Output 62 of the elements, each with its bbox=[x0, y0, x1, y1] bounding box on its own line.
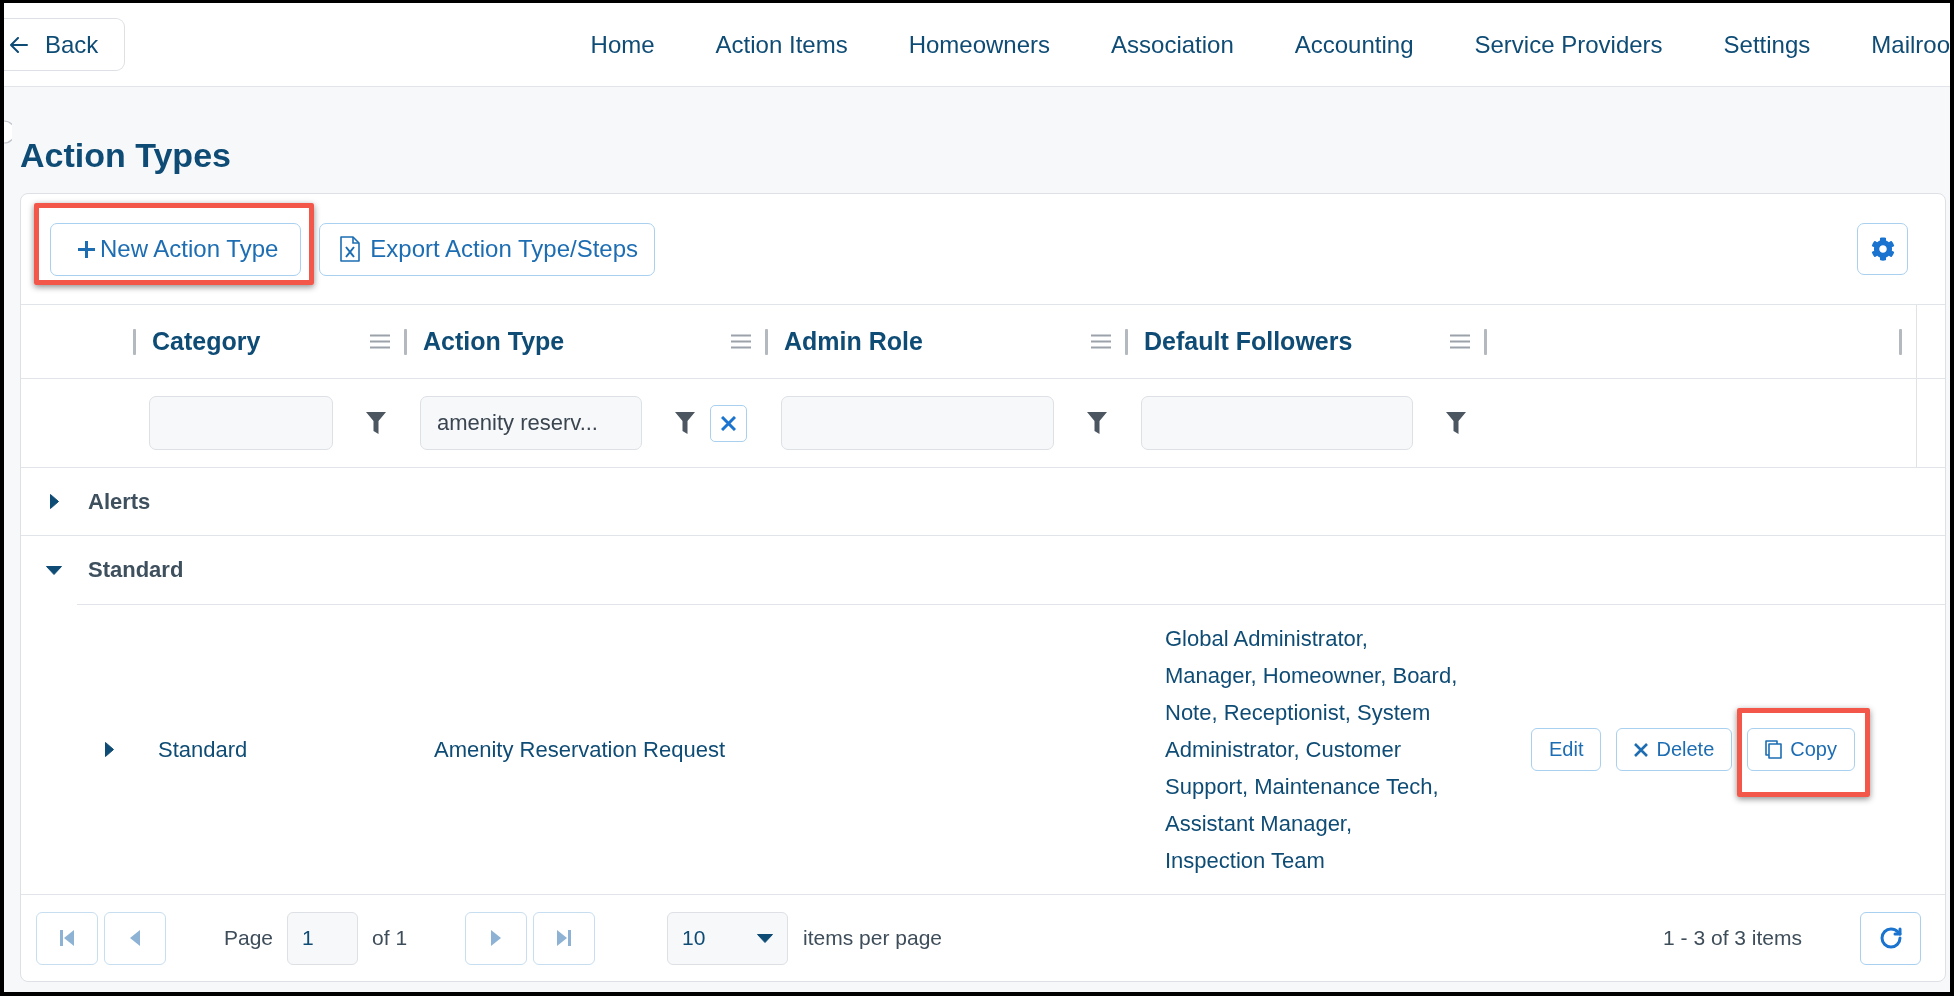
refresh-button[interactable] bbox=[1860, 911, 1921, 965]
toolbar-button[interactable]: Export Action Type/Steps bbox=[319, 222, 656, 276]
filter-input[interactable] bbox=[781, 396, 1054, 450]
copy-icon bbox=[1765, 740, 1783, 759]
close-icon bbox=[721, 415, 736, 431]
filter-input[interactable]: amenity reserv... bbox=[420, 396, 642, 450]
row-action-button[interactable]: Edit bbox=[1531, 728, 1602, 771]
column-header[interactable]: Action Type bbox=[423, 327, 565, 356]
settings-button[interactable] bbox=[1857, 223, 1908, 275]
column-header[interactable]: Category bbox=[152, 327, 261, 356]
group-label: Alerts bbox=[88, 488, 151, 515]
row-action-button[interactable]: Copy bbox=[1747, 728, 1855, 771]
table-cell: Standard bbox=[158, 736, 248, 763]
page-number-input[interactable]: 1 bbox=[287, 911, 359, 965]
page-size-select[interactable]: 10 bbox=[667, 911, 789, 965]
nav-link[interactable]: Accounting bbox=[1294, 30, 1414, 59]
row-action-button[interactable]: Delete bbox=[1616, 728, 1733, 771]
group-label: Standard bbox=[88, 557, 184, 583]
pager-summary: 1 - 3 of 3 items bbox=[1663, 926, 1802, 950]
caret-right-icon[interactable] bbox=[49, 494, 59, 509]
close-icon bbox=[1634, 742, 1649, 757]
last-page-icon bbox=[557, 930, 572, 946]
nav-link[interactable]: Association bbox=[1111, 30, 1234, 59]
column-menu-icon[interactable] bbox=[370, 334, 390, 349]
collapse-handle-icon[interactable] bbox=[4, 120, 12, 144]
caret-right-icon[interactable] bbox=[105, 742, 114, 757]
nav-link[interactable]: Service Providers bbox=[1474, 30, 1663, 59]
filter-icon[interactable] bbox=[366, 412, 386, 434]
previous-page-icon bbox=[130, 930, 140, 946]
filter-icon[interactable] bbox=[1446, 412, 1466, 434]
caret-down-icon[interactable] bbox=[46, 565, 62, 575]
table-cell: Amenity Reservation Request bbox=[434, 736, 726, 763]
nav-link[interactable]: Home bbox=[590, 30, 655, 59]
filter-input[interactable] bbox=[1141, 396, 1413, 450]
table-cell-text: Global Administrator, Manager, Homeowner, Board, Note, Receptionist, System Administrator, Customer Support, Maintenance Tech, Assistant Manager, Inspection Team bbox=[1165, 625, 1458, 875]
first-page-icon bbox=[60, 930, 74, 946]
toolbar-button[interactable]: New Action Type bbox=[50, 222, 302, 276]
refresh-icon bbox=[1878, 926, 1903, 950]
filter-input[interactable] bbox=[149, 396, 333, 450]
column-menu-icon[interactable] bbox=[1091, 334, 1111, 349]
nav-link[interactable]: Homeowners bbox=[908, 30, 1051, 59]
nav-link[interactable]: Settings bbox=[1723, 30, 1811, 59]
column-header[interactable]: Admin Role bbox=[784, 327, 923, 356]
pager-label: items per page bbox=[803, 926, 942, 950]
clear-filter-button[interactable] bbox=[710, 404, 747, 442]
back-button[interactable]: Back bbox=[4, 18, 125, 71]
spreadsheet-file-icon bbox=[340, 236, 361, 262]
settings-icon bbox=[1870, 237, 1895, 261]
nav-link[interactable]: Action Items bbox=[715, 30, 848, 59]
pager-label: Page bbox=[224, 926, 274, 950]
column-menu-icon[interactable] bbox=[1450, 334, 1470, 349]
column-header[interactable]: Default Followers bbox=[1144, 327, 1353, 356]
filter-icon[interactable] bbox=[1087, 412, 1107, 434]
column-menu-icon[interactable] bbox=[731, 334, 751, 349]
plus-icon bbox=[78, 240, 95, 258]
caret-down-icon bbox=[757, 933, 774, 943]
arrow-left-icon bbox=[10, 36, 28, 53]
filter-icon[interactable] bbox=[675, 412, 695, 434]
nav-link[interactable]: Mailroo bbox=[1871, 30, 1950, 59]
page-title: Action Types bbox=[20, 135, 232, 175]
next-page-icon bbox=[491, 930, 502, 946]
pager-label: of 1 bbox=[372, 926, 408, 950]
